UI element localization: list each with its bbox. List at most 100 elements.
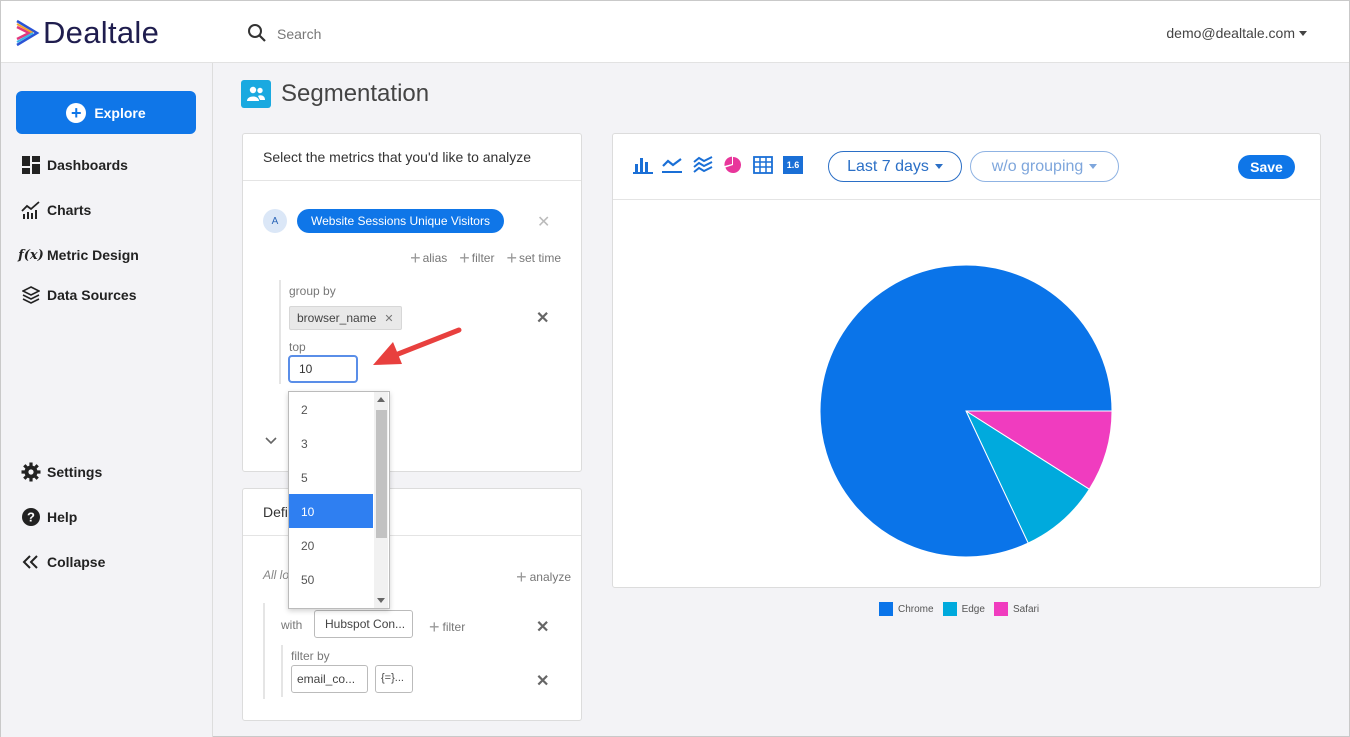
scrollbar-thumb[interactable]: [376, 410, 387, 538]
plus-icon: +: [410, 248, 421, 268]
line-chart-icon[interactable]: [662, 156, 682, 174]
search-icon[interactable]: [247, 23, 267, 43]
top-option[interactable]: 3: [289, 426, 373, 460]
chevron-down-icon: [1089, 164, 1098, 169]
explore-label: Explore: [94, 104, 146, 121]
chart-icon: [21, 200, 41, 220]
dealtale-logo-icon: [16, 19, 40, 47]
filter-divider: [281, 645, 283, 697]
top-label: top: [289, 340, 306, 354]
metric-row: A Website Sessions Unique Visitors: [263, 209, 504, 233]
scroll-up-icon[interactable]: [377, 397, 385, 402]
filter-by-label: filter by: [291, 649, 330, 663]
annotation-arrow: [373, 327, 462, 365]
sidebar-item-help[interactable]: ? Help: [21, 507, 77, 527]
add-filter-link[interactable]: + filter: [429, 617, 465, 638]
legend-label: Chrome: [898, 603, 934, 615]
sidebar-item-label: Collapse: [47, 554, 106, 570]
remove-with-icon[interactable]: ✕: [536, 617, 549, 637]
sidebar: + Explore Dashboards Charts f(x) Metric …: [1, 63, 213, 737]
plus-icon: +: [516, 567, 527, 587]
set-time-link[interactable]: + set time: [506, 248, 561, 269]
save-button[interactable]: Save: [1238, 155, 1295, 179]
users-icon: [241, 80, 271, 108]
dropdown-scrollbar[interactable]: [374, 392, 388, 608]
number-icon[interactable]: 1.6: [783, 156, 803, 174]
with-label: with: [281, 618, 303, 632]
sidebar-item-charts[interactable]: Charts: [21, 200, 91, 220]
legend-swatch: [993, 602, 1008, 616]
top-option[interactable]: 5: [289, 460, 373, 494]
explore-button[interactable]: + Explore: [16, 91, 196, 134]
sidebar-item-collapse[interactable]: Collapse: [21, 552, 105, 572]
user-menu[interactable]: demo@dealtale.com: [1166, 25, 1307, 41]
grouping-dropdown[interactable]: w/o grouping: [970, 151, 1119, 182]
remove-metric-icon[interactable]: ✕: [537, 212, 550, 232]
gear-icon: [21, 462, 41, 482]
metric-letter-badge: A: [263, 209, 287, 233]
plus-icon: +: [506, 248, 517, 268]
sidebar-item-label: Settings: [47, 464, 103, 480]
add-filter-link[interactable]: + filter: [459, 248, 494, 269]
with-divider: [263, 603, 265, 699]
sidebar-item-label: Dashboards: [47, 157, 128, 173]
top-options-dropdown[interactable]: 2 3 5 10 20 50: [288, 391, 390, 609]
top-option[interactable]: 50: [289, 562, 373, 596]
bar-chart-icon[interactable]: [633, 156, 653, 174]
sidebar-item-label: Help: [47, 509, 78, 525]
group-by-tag-label: browser_name: [297, 311, 377, 325]
group-by-divider: [279, 280, 283, 384]
top-option[interactable]: 2: [289, 392, 373, 426]
legend-swatch: [879, 602, 893, 616]
pie-chart: [819, 264, 1113, 558]
page-title: Segmentation: [281, 80, 430, 107]
legend-label: Edge: [961, 603, 985, 615]
top-select[interactable]: 10: [288, 355, 358, 383]
chevron-down-icon[interactable]: [265, 432, 277, 448]
add-alias-link[interactable]: + alias: [410, 248, 447, 269]
sidebar-item-label: Data Sources: [47, 287, 137, 303]
grouping-label: w/o grouping: [991, 157, 1084, 175]
sidebar-item-data-sources[interactable]: Data Sources: [21, 285, 136, 305]
page-header: Segmentation: [241, 80, 429, 108]
remove-group-by-icon[interactable]: ✕: [536, 308, 549, 328]
add-analyze-link[interactable]: + analyze: [516, 567, 571, 588]
sidebar-item-label: Charts: [47, 202, 92, 218]
metric-pill[interactable]: Website Sessions Unique Visitors: [297, 209, 504, 233]
metrics-panel-header: Select the metrics that you'd like to an…: [243, 134, 581, 181]
sidebar-item-metric-design[interactable]: f(x) Metric Design: [18, 245, 139, 265]
pie-chart-icon[interactable]: [723, 156, 743, 174]
svg-text:?: ?: [27, 510, 35, 525]
top-bar: Dealtale demo@dealtale.com: [1, 1, 1349, 63]
dealtale-logo[interactable]: Dealtale: [15, 15, 159, 51]
sidebar-item-settings[interactable]: Settings: [21, 462, 102, 482]
remove-filter-icon[interactable]: ✕: [536, 671, 549, 691]
function-icon: f(x): [18, 247, 44, 263]
alias-label: alias: [422, 251, 448, 265]
layers-icon: [21, 285, 41, 305]
chart-divider: [613, 199, 1320, 200]
with-select[interactable]: Hubspot Con...: [314, 610, 413, 638]
filter-label: filter: [442, 620, 466, 634]
table-icon[interactable]: [753, 156, 773, 174]
date-range-dropdown[interactable]: Last 7 days: [828, 151, 962, 182]
legend-item-chrome[interactable]: Chrome: [879, 602, 934, 616]
dashboard-icon: [21, 155, 41, 175]
legend-swatch: [942, 602, 957, 616]
define-description: All lo: [263, 568, 290, 582]
legend-item-edge[interactable]: Edge: [942, 602, 985, 616]
sidebar-item-dashboards[interactable]: Dashboards: [21, 155, 128, 175]
top-option-selected[interactable]: 10: [289, 494, 373, 528]
top-option[interactable]: 20: [289, 528, 373, 562]
filter-operator-select[interactable]: {=}...: [375, 665, 413, 693]
filter-field-select[interactable]: email_co...: [291, 665, 368, 693]
search-input[interactable]: [277, 21, 577, 47]
help-icon: ?: [21, 507, 41, 527]
legend-item-safari[interactable]: Safari: [993, 602, 1039, 616]
scroll-down-icon[interactable]: [377, 598, 385, 603]
set-time-label: set time: [518, 251, 561, 265]
plus-icon: +: [429, 617, 440, 637]
area-chart-icon[interactable]: [693, 156, 713, 174]
date-range-label: Last 7 days: [847, 157, 929, 175]
chevron-down-icon: [934, 164, 943, 169]
